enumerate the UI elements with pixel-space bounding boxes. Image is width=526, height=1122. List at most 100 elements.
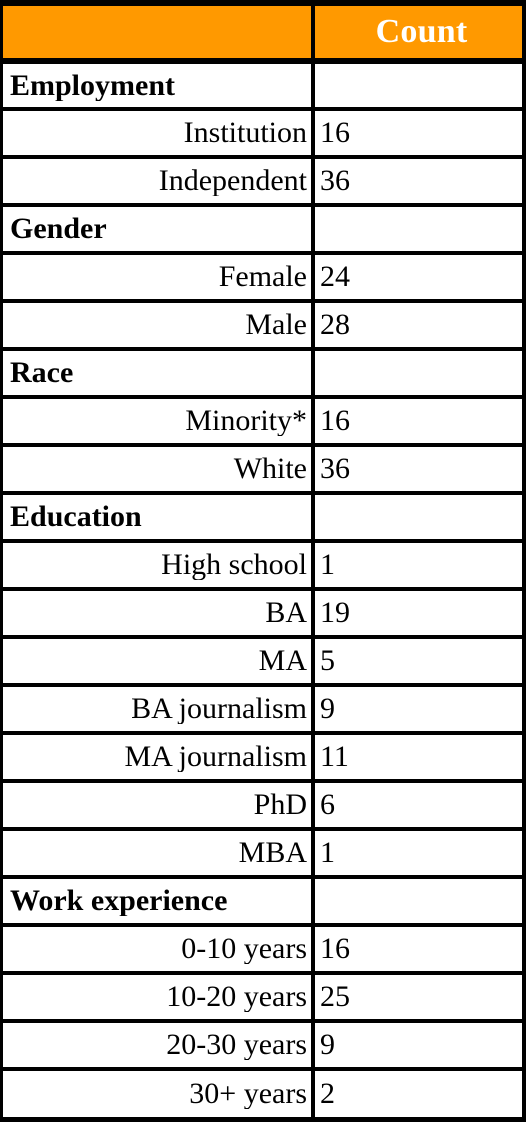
item-label: 0-10 years bbox=[181, 934, 307, 964]
count-cell: 11 bbox=[313, 733, 522, 783]
count-value: 36 bbox=[320, 452, 350, 485]
count-cell: 16 bbox=[313, 109, 522, 159]
item-label: Minority* bbox=[185, 406, 307, 436]
group-label: Gender bbox=[10, 214, 107, 244]
count-cell: 25 bbox=[313, 973, 522, 1023]
count-cell: 19 bbox=[313, 589, 522, 639]
table-row: MA 5 bbox=[3, 637, 522, 687]
item-label-cell: PhD bbox=[3, 781, 315, 831]
item-label: 30+ years bbox=[189, 1079, 307, 1109]
table-row: 0-10 years 16 bbox=[3, 925, 522, 975]
item-label-cell: Male bbox=[3, 301, 315, 351]
count-value: 19 bbox=[320, 596, 350, 629]
table-header: Count bbox=[3, 6, 522, 64]
item-label: High school bbox=[161, 550, 307, 580]
group-label-cell: Education bbox=[3, 493, 315, 543]
count-cell: 16 bbox=[313, 397, 522, 447]
count-value: 25 bbox=[320, 980, 350, 1013]
count-cell: 9 bbox=[313, 1021, 522, 1071]
item-label: Female bbox=[218, 262, 307, 292]
count-cell: 6 bbox=[313, 781, 522, 831]
count-cell: 1 bbox=[313, 541, 522, 591]
count-value: 16 bbox=[320, 404, 350, 437]
item-label-cell: Independent bbox=[3, 157, 315, 207]
table-row: 30+ years 2 bbox=[3, 1069, 522, 1117]
item-label-cell: BA journalism bbox=[3, 685, 315, 735]
count-value: 28 bbox=[320, 308, 350, 341]
table-row: Institution 16 bbox=[3, 109, 522, 159]
item-label-cell: 30+ years bbox=[3, 1069, 315, 1117]
item-label: Independent bbox=[158, 166, 307, 196]
table-row: Employment bbox=[3, 61, 522, 111]
item-label: MA bbox=[258, 646, 307, 676]
group-label-cell: Employment bbox=[3, 61, 315, 111]
group-label-cell: Race bbox=[3, 349, 315, 399]
count-value: 36 bbox=[320, 164, 350, 197]
table-frame: Count Employment Institution 16 Independent… bbox=[0, 0, 526, 1122]
table-row: White 36 bbox=[3, 445, 522, 495]
item-label-cell: MA journalism bbox=[3, 733, 315, 783]
count-cell bbox=[313, 205, 522, 255]
item-label-cell: Female bbox=[3, 253, 315, 303]
item-label-cell: 0-10 years bbox=[3, 925, 315, 975]
count-cell: 2 bbox=[313, 1069, 522, 1117]
count-cell: 36 bbox=[313, 445, 522, 495]
item-label: 20-30 years bbox=[166, 1030, 307, 1060]
table-row: Gender bbox=[3, 205, 522, 255]
count-value: 9 bbox=[320, 1028, 335, 1061]
count-value: 11 bbox=[320, 740, 349, 773]
group-label-cell: Gender bbox=[3, 205, 315, 255]
count-cell bbox=[313, 349, 522, 399]
group-label-cell: Work experience bbox=[3, 877, 315, 927]
item-label-cell: High school bbox=[3, 541, 315, 591]
group-label: Education bbox=[10, 502, 142, 532]
count-value: 5 bbox=[320, 644, 335, 677]
count-cell: 28 bbox=[313, 301, 522, 351]
header-cell-count: Count bbox=[313, 6, 522, 64]
count-cell bbox=[313, 877, 522, 927]
table-row: BA 19 bbox=[3, 589, 522, 639]
count-cell: 16 bbox=[313, 925, 522, 975]
item-label: BA bbox=[265, 598, 307, 628]
count-value: 6 bbox=[320, 788, 335, 821]
count-cell bbox=[313, 61, 522, 111]
demographics-table: Count Employment Institution 16 Independent… bbox=[3, 6, 522, 1117]
item-label: White bbox=[233, 454, 307, 484]
item-label: MA journalism bbox=[124, 742, 307, 772]
table-row: Independent 36 bbox=[3, 157, 522, 207]
item-label: 10-20 years bbox=[166, 982, 307, 1012]
count-value: 16 bbox=[320, 116, 350, 149]
table-row: PhD 6 bbox=[3, 781, 522, 831]
count-cell: 24 bbox=[313, 253, 522, 303]
table-row: MA journalism 11 bbox=[3, 733, 522, 783]
item-label: PhD bbox=[253, 790, 307, 820]
item-label-cell: Institution bbox=[3, 109, 315, 159]
table-row: Race bbox=[3, 349, 522, 399]
count-value: 24 bbox=[320, 260, 350, 293]
table-row: Education bbox=[3, 493, 522, 543]
table-row: Male 28 bbox=[3, 301, 522, 351]
item-label-cell: Minority* bbox=[3, 397, 315, 447]
count-cell: 1 bbox=[313, 829, 522, 879]
table-row: BA journalism 9 bbox=[3, 685, 522, 735]
table-row: Work experience bbox=[3, 877, 522, 927]
item-label: MBA bbox=[238, 838, 307, 868]
table-row: High school 1 bbox=[3, 541, 522, 591]
group-label: Employment bbox=[10, 70, 175, 101]
table-row: MBA 1 bbox=[3, 829, 522, 879]
item-label: Male bbox=[245, 310, 307, 340]
item-label-cell: 20-30 years bbox=[3, 1021, 315, 1071]
header-label-count: Count bbox=[375, 13, 468, 50]
item-label-cell: MA bbox=[3, 637, 315, 687]
table-body: Employment Institution 16 Independent 36 Gend… bbox=[3, 61, 522, 1117]
count-value: 9 bbox=[320, 692, 335, 725]
table-row: 10-20 years 25 bbox=[3, 973, 522, 1023]
table-row: Minority* 16 bbox=[3, 397, 522, 447]
count-value: 1 bbox=[320, 548, 335, 581]
item-label-cell: White bbox=[3, 445, 315, 495]
count-value: 1 bbox=[320, 836, 335, 869]
item-label-cell: MBA bbox=[3, 829, 315, 879]
item-label-cell: 10-20 years bbox=[3, 973, 315, 1023]
table-row: Female 24 bbox=[3, 253, 522, 303]
count-cell: 5 bbox=[313, 637, 522, 687]
